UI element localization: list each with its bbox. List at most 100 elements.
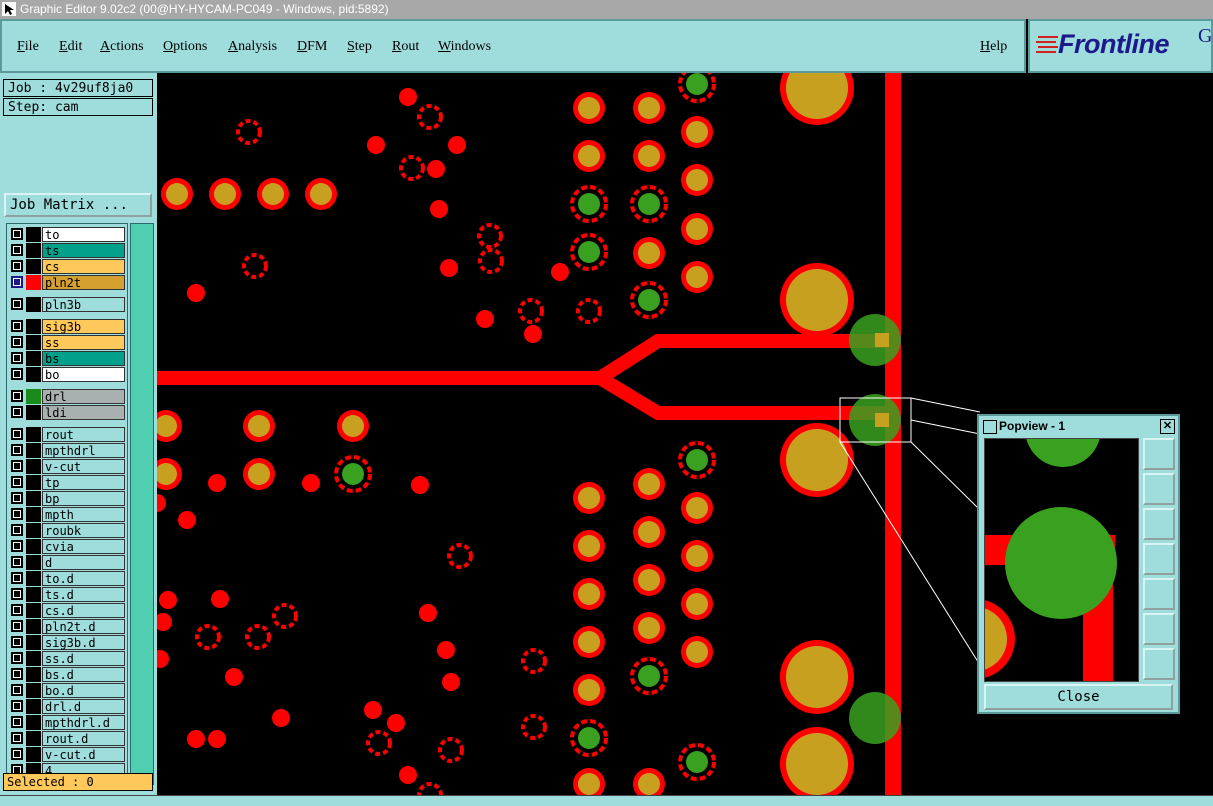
pad bbox=[686, 218, 708, 240]
menu-file[interactable]: File bbox=[17, 39, 39, 55]
menu-windows[interactable]: Windows bbox=[438, 39, 491, 55]
layer-row-bo.d[interactable]: bo.d bbox=[9, 683, 127, 698]
layer-checkbox[interactable] bbox=[11, 352, 23, 364]
small-pad bbox=[411, 476, 429, 494]
layer-row-sig3b[interactable]: sig3b bbox=[9, 319, 127, 334]
layer-row-pln2t[interactable]: pln2t bbox=[9, 275, 127, 290]
layer-checkbox[interactable] bbox=[11, 572, 23, 584]
menu-rout[interactable]: Rout bbox=[392, 39, 419, 55]
menu-options[interactable]: Options bbox=[163, 39, 207, 55]
layer-checkbox[interactable] bbox=[11, 700, 23, 712]
layer-row-v-cut.d[interactable]: v-cut.d bbox=[9, 747, 127, 762]
layer-row-bs.d[interactable]: bs.d bbox=[9, 667, 127, 682]
layer-checkbox[interactable] bbox=[11, 508, 23, 520]
layer-row-mpth[interactable]: mpth bbox=[9, 507, 127, 522]
layer-row-d[interactable]: d bbox=[9, 555, 127, 570]
layer-checkbox[interactable] bbox=[11, 636, 23, 648]
layer-row-drl[interactable]: drl bbox=[9, 389, 127, 404]
layer-checkbox[interactable] bbox=[11, 588, 23, 600]
layer-row-pln2t.d[interactable]: pln2t.d bbox=[9, 619, 127, 634]
layer-checkbox[interactable] bbox=[11, 748, 23, 760]
layer-row-sig3b.d[interactable]: sig3b.d bbox=[9, 635, 127, 650]
layer-checkbox[interactable] bbox=[11, 276, 23, 288]
popview-tool-down[interactable] bbox=[1143, 508, 1175, 540]
popview-tool-left[interactable] bbox=[1143, 543, 1175, 575]
close-icon[interactable]: ✕ bbox=[1160, 419, 1175, 434]
layer-row-drl.d[interactable]: drl.d bbox=[9, 699, 127, 714]
layer-checkbox[interactable] bbox=[11, 320, 23, 332]
layer-checkbox[interactable] bbox=[11, 684, 23, 696]
popview-tool-fit[interactable] bbox=[1143, 438, 1175, 470]
menu-edit[interactable]: Edit bbox=[59, 39, 82, 55]
layer-row-roubk[interactable]: roubk bbox=[9, 523, 127, 538]
layer-row-ldi[interactable]: ldi bbox=[9, 405, 127, 420]
layer-row-ss.d[interactable]: ss.d bbox=[9, 651, 127, 666]
layer-checkbox[interactable] bbox=[11, 460, 23, 472]
popview-titlebar[interactable]: Popview - 1 ✕ bbox=[979, 416, 1178, 436]
layer-row-mpthdrl[interactable]: mpthdrl bbox=[9, 443, 127, 458]
layer-row-bs[interactable]: bs bbox=[9, 351, 127, 366]
layer-checkbox[interactable] bbox=[11, 652, 23, 664]
layer-list-scrollbar[interactable] bbox=[130, 223, 154, 785]
layer-checkbox[interactable] bbox=[11, 540, 23, 552]
layer-checkbox[interactable] bbox=[11, 716, 23, 728]
zoom-leader-line bbox=[839, 441, 981, 666]
layer-checkbox[interactable] bbox=[11, 668, 23, 680]
layer-checkbox[interactable] bbox=[11, 336, 23, 348]
menu-analysis[interactable]: Analysis bbox=[228, 39, 277, 55]
layer-row-ss[interactable]: ss bbox=[9, 335, 127, 350]
layer-row-cs.d[interactable]: cs.d bbox=[9, 603, 127, 618]
layer-checkbox[interactable] bbox=[11, 428, 23, 440]
layer-row-bo[interactable]: bo bbox=[9, 367, 127, 382]
menu-dfm[interactable]: DFM bbox=[297, 39, 327, 55]
layer-row-mpthdrl.d[interactable]: mpthdrl.d bbox=[9, 715, 127, 730]
layer-row-cs[interactable]: cs bbox=[9, 259, 127, 274]
layer-checkbox[interactable] bbox=[11, 604, 23, 616]
layer-checkbox[interactable] bbox=[11, 390, 23, 402]
popview-tool-right[interactable] bbox=[1143, 578, 1175, 610]
layer-row-bp[interactable]: bp bbox=[9, 491, 127, 506]
layer-checkbox[interactable] bbox=[11, 620, 23, 632]
menu-help[interactable]: Help bbox=[980, 39, 1007, 55]
layer-checkbox[interactable] bbox=[11, 524, 23, 536]
layer-row-rout.d[interactable]: rout.d bbox=[9, 731, 127, 746]
layer-checkbox[interactable] bbox=[11, 260, 23, 272]
pad bbox=[214, 183, 236, 205]
via bbox=[638, 289, 660, 311]
layer-checkbox[interactable] bbox=[11, 228, 23, 240]
layer-color-swatch bbox=[26, 555, 41, 570]
layer-row-to[interactable]: to bbox=[9, 227, 127, 242]
layer-row-to.d[interactable]: to.d bbox=[9, 571, 127, 586]
popview-tool-zoom-in[interactable] bbox=[1143, 613, 1175, 645]
menu-step[interactable]: Step bbox=[347, 39, 372, 55]
via bbox=[638, 193, 660, 215]
pad bbox=[686, 641, 708, 663]
layer-checkbox[interactable] bbox=[11, 368, 23, 380]
layer-row-cvia[interactable]: cvia bbox=[9, 539, 127, 554]
popview-zoom-view[interactable] bbox=[984, 438, 1139, 682]
layer-row-tp[interactable]: tp bbox=[9, 475, 127, 490]
layer-name: cs bbox=[42, 259, 125, 274]
popview-close-button[interactable]: Close bbox=[984, 684, 1173, 710]
layer-row-rout[interactable]: rout bbox=[9, 427, 127, 442]
layer-row-v-cut[interactable]: v-cut bbox=[9, 459, 127, 474]
large-pad bbox=[786, 269, 848, 331]
layer-checkbox[interactable] bbox=[11, 406, 23, 418]
layer-row-ts[interactable]: ts bbox=[9, 243, 127, 258]
layer-checkbox[interactable] bbox=[11, 298, 23, 310]
popview-tool-up[interactable] bbox=[1143, 473, 1175, 505]
menu-actions[interactable]: Actions bbox=[100, 39, 144, 55]
layer-checkbox[interactable] bbox=[11, 732, 23, 744]
layer-checkbox[interactable] bbox=[11, 444, 23, 456]
popview-tool-zoom-out[interactable] bbox=[1143, 648, 1175, 680]
bottom-toolbar bbox=[0, 795, 1213, 806]
layer-row-ts.d[interactable]: ts.d bbox=[9, 587, 127, 602]
layer-checkbox[interactable] bbox=[11, 492, 23, 504]
layer-checkbox[interactable] bbox=[11, 244, 23, 256]
job-matrix-button[interactable]: Job Matrix ... bbox=[4, 193, 152, 217]
layer-checkbox[interactable] bbox=[11, 476, 23, 488]
large-pad bbox=[786, 429, 848, 491]
layer-row-pln3b[interactable]: pln3b bbox=[9, 297, 127, 312]
layer-name: to.d bbox=[42, 571, 125, 586]
layer-checkbox[interactable] bbox=[11, 556, 23, 568]
